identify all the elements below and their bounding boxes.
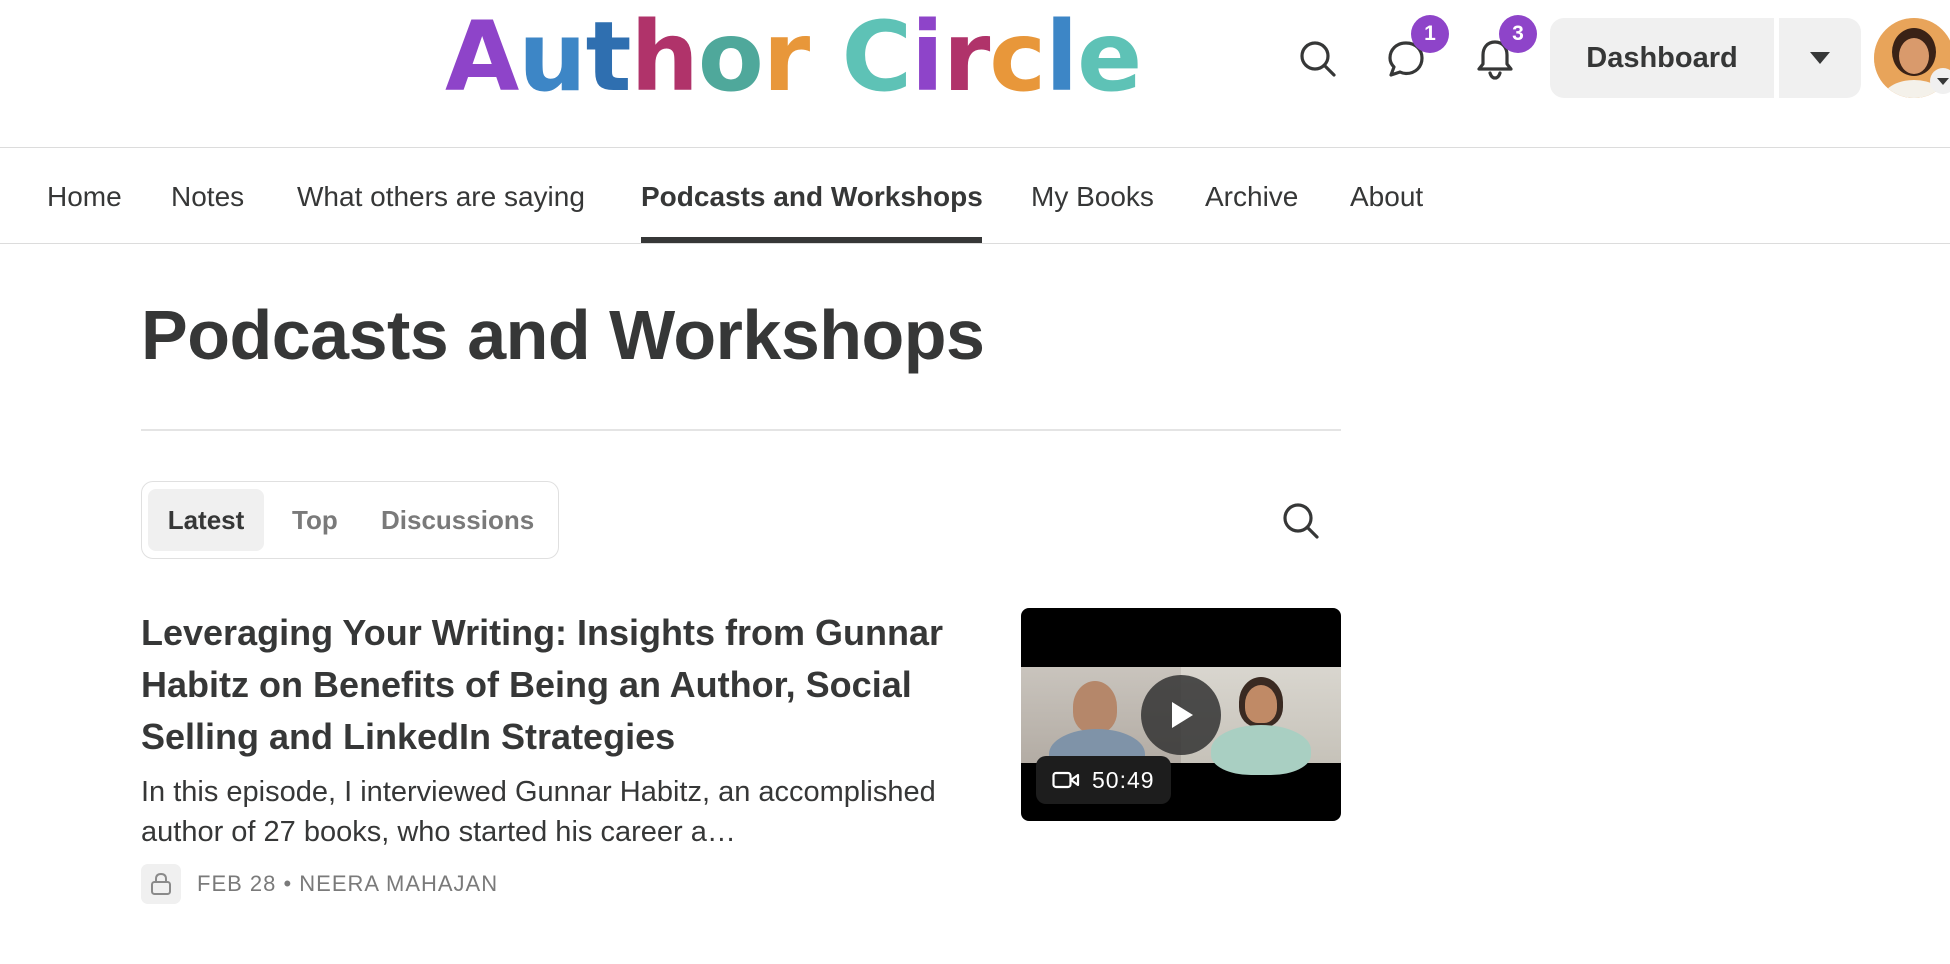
chat-badge: 1 xyxy=(1411,15,1449,53)
search-icon[interactable] xyxy=(1272,492,1330,550)
logo-letter: A xyxy=(445,1,519,113)
site-header: Author Circle 1 3 Dashboard xyxy=(0,0,1950,147)
dashboard-dropdown-button[interactable] xyxy=(1779,18,1861,98)
notification-badge: 3 xyxy=(1499,15,1537,53)
site-logo[interactable]: Author Circle xyxy=(445,1,1142,113)
tab-discussions[interactable]: Discussions xyxy=(381,489,534,551)
post-meta: FEB 28 • NEERA MAHAJAN xyxy=(141,864,498,904)
post-title[interactable]: Leveraging Your Writing: Insights from G… xyxy=(141,607,991,763)
play-button[interactable] xyxy=(1141,675,1221,755)
post-date-author: FEB 28 • NEERA MAHAJAN xyxy=(197,871,499,896)
post-filter-tabs: Latest Top Discussions xyxy=(141,481,559,559)
nav-item-podcasts-and-workshops[interactable]: Podcasts and Workshops xyxy=(641,148,983,243)
nav-item-my-books[interactable]: My Books xyxy=(1031,148,1154,243)
nav-item-notes[interactable]: Notes xyxy=(171,148,244,243)
nav-item-home[interactable]: Home xyxy=(47,148,122,243)
video-thumbnail[interactable]: 50:49 xyxy=(1021,608,1341,821)
avatar-menu-icon[interactable] xyxy=(1930,68,1950,94)
logo-letter xyxy=(809,2,841,112)
active-nav-indicator xyxy=(641,237,982,243)
post-subtitle[interactable]: In this episode, I interviewed Gunnar Ha… xyxy=(141,772,991,852)
nav-item-about[interactable]: About xyxy=(1350,148,1423,243)
logo-letter: t xyxy=(585,1,632,113)
dashboard-button[interactable]: Dashboard xyxy=(1550,18,1774,98)
logo-letter: r xyxy=(762,1,810,113)
nav-item-archive[interactable]: Archive xyxy=(1205,148,1298,243)
logo-letter: h xyxy=(630,1,699,113)
lock-icon xyxy=(141,864,181,904)
logo-letter: u xyxy=(518,1,586,113)
logo-letter: r xyxy=(942,1,990,113)
play-icon xyxy=(1172,702,1193,728)
video-duration-text: 50:49 xyxy=(1092,766,1155,793)
divider xyxy=(141,429,1341,431)
video-camera-icon xyxy=(1052,771,1080,789)
logo-letter: e xyxy=(1077,1,1142,113)
nav-item-what-others-are-saying[interactable]: What others are saying xyxy=(297,148,585,243)
caret-down-icon xyxy=(1810,52,1830,64)
logo-letter: c xyxy=(989,1,1046,113)
main-nav: Home Notes What others are saying Podcas… xyxy=(0,147,1950,244)
tab-top[interactable]: Top xyxy=(292,489,338,551)
search-icon[interactable] xyxy=(1290,31,1346,87)
page-title: Podcasts and Workshops xyxy=(141,296,985,374)
logo-letter: C xyxy=(841,1,912,113)
logo-letter: i xyxy=(911,1,944,113)
logo-letter: l xyxy=(1045,1,1078,113)
tab-latest[interactable]: Latest xyxy=(148,489,264,551)
video-duration: 50:49 xyxy=(1036,756,1171,804)
logo-letter: o xyxy=(697,1,764,113)
